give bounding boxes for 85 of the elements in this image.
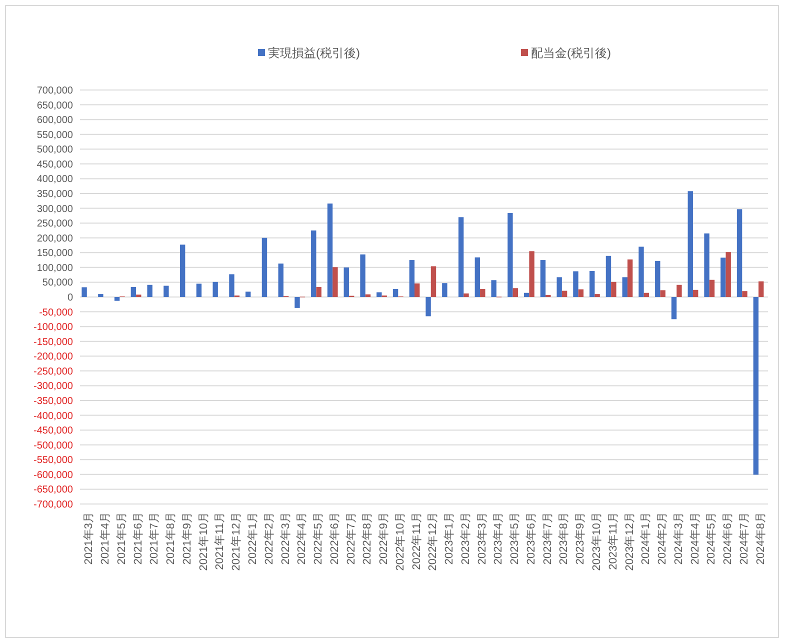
legend-label: 実現損益(税引後) <box>268 46 360 60</box>
x-axis-label: 2023年12月 <box>624 512 636 571</box>
bar <box>180 244 186 297</box>
y-axis-label: -400,000 <box>34 410 73 422</box>
x-axis-label: 2022年6月 <box>328 512 341 565</box>
x-axis-label: 2022年3月 <box>280 512 292 565</box>
y-axis-label: -200,000 <box>34 352 73 363</box>
bar <box>442 283 448 297</box>
x-axis-label: 2022年12月 <box>427 512 440 571</box>
x-axis-label: 2022年11月 <box>410 512 423 570</box>
y-axis-label: -150,000 <box>34 336 73 348</box>
x-axis-label: 2021年10月 <box>198 512 210 571</box>
x-axis-label: 2021年12月 <box>230 512 243 571</box>
x-axis-label: 2023年6月 <box>525 512 538 565</box>
x-axis-label: 2023年2月 <box>460 512 472 565</box>
y-axis-label: 150,000 <box>36 248 73 260</box>
y-axis-label: -350,000 <box>34 396 73 407</box>
x-axis-label: 2023年4月 <box>492 512 505 565</box>
x-axis-label: 2023年1月 <box>444 512 456 565</box>
x-axis-label: 2023年11月 <box>607 512 620 570</box>
x-axis-label: 2022年5月 <box>312 512 325 565</box>
x-axis-label: 2024年2月 <box>656 512 669 565</box>
y-axis-label: -450,000 <box>34 426 73 437</box>
bar <box>164 286 169 297</box>
y-axis-label: 500,000 <box>36 144 73 156</box>
x-axis-label: 2021年4月 <box>100 512 112 565</box>
y-axis-label: -600,000 <box>34 470 73 481</box>
y-axis-label: 650,000 <box>36 100 73 112</box>
x-axis-label: 2024年5月 <box>706 512 718 565</box>
y-axis-label: 300,000 <box>36 204 73 215</box>
bar <box>246 292 251 297</box>
bar <box>82 287 87 297</box>
legend-swatch <box>258 49 265 56</box>
y-axis-label: 50,000 <box>42 278 73 289</box>
x-axis-label: 2024年6月 <box>722 512 734 565</box>
y-axis-label: 450,000 <box>36 159 73 170</box>
x-axis-label: 2024年1月 <box>640 512 652 565</box>
x-axis-label: 2021年8月 <box>165 512 178 565</box>
y-axis-label: 100,000 <box>36 262 73 274</box>
y-axis-label: -650,000 <box>34 484 73 496</box>
x-axis-label: 2023年5月 <box>509 512 522 565</box>
x-axis-label: 2022年2月 <box>263 512 276 565</box>
x-axis-label: 2022年1月 <box>247 512 259 565</box>
legend-swatch <box>521 49 528 56</box>
y-axis-label: -700,000 <box>34 500 73 510</box>
x-axis-label: 2023年10月 <box>591 512 603 571</box>
x-axis-label: 2023年7月 <box>542 512 554 565</box>
y-axis-label: -550,000 <box>34 455 73 466</box>
x-axis-label: 2023年9月 <box>574 512 587 565</box>
bar <box>196 284 202 297</box>
y-axis-label: 550,000 <box>36 130 73 141</box>
x-axis-label: 2022年10月 <box>394 512 406 571</box>
legend-label: 配当金(税引後) <box>531 46 611 60</box>
x-axis-label: 2023年3月 <box>476 512 488 565</box>
y-axis-label: 400,000 <box>36 174 73 186</box>
x-axis-label: 2021年6月 <box>132 512 144 565</box>
x-axis-label: 2022年7月 <box>345 512 358 565</box>
x-axis-label: 2021年9月 <box>181 512 194 565</box>
y-axis-label: 0 <box>67 292 73 304</box>
y-axis-label: -300,000 <box>34 381 73 392</box>
y-axis-label: -100,000 <box>34 322 73 334</box>
x-axis-label: 2024年7月 <box>738 512 750 565</box>
x-axis-label: 2021年5月 <box>116 512 128 565</box>
y-axis-label: 200,000 <box>36 233 73 244</box>
bar <box>98 294 104 297</box>
y-axis-label: 600,000 <box>36 115 73 126</box>
x-axis-label: 2024年8月 <box>754 512 767 565</box>
y-axis-label: -500,000 <box>34 440 73 452</box>
y-axis-label: -250,000 <box>34 366 73 378</box>
bar <box>262 238 268 297</box>
y-axis-label: 700,000 <box>36 86 73 96</box>
bar <box>212 282 218 297</box>
x-axis-label: 2024年4月 <box>689 512 702 565</box>
x-axis-label: 2022年8月 <box>362 512 374 565</box>
x-axis-label: 2023年8月 <box>558 512 570 565</box>
y-axis-label: 350,000 <box>36 189 73 200</box>
x-axis-label: 2022年4月 <box>296 512 308 565</box>
x-axis-label: 2021年3月 <box>83 512 96 565</box>
bar <box>147 284 152 297</box>
y-axis-label: 250,000 <box>36 218 73 230</box>
x-axis-label: 2021年11月 <box>214 512 226 570</box>
y-axis-label: -50,000 <box>39 307 73 318</box>
x-axis-label: 2021年7月 <box>148 512 161 565</box>
x-axis-label: 2022年9月 <box>378 512 390 565</box>
x-axis-label: 2024年3月 <box>672 512 685 565</box>
